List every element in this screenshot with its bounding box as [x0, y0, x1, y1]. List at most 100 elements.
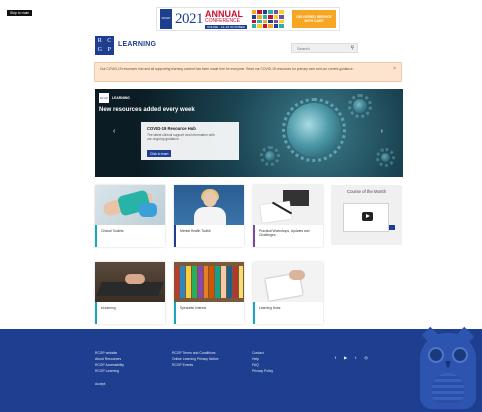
tile-elearning[interactable]: eLearning: [95, 262, 165, 324]
course-of-month-title: Course of the Month: [347, 189, 386, 194]
footer-link[interactable]: Privacy Policy: [252, 369, 273, 373]
play-icon[interactable]: [362, 212, 373, 221]
banner-mosaic: [251, 10, 284, 28]
book-spine: [180, 266, 186, 298]
rcgp-logo[interactable]: R C G P: [95, 36, 114, 55]
site-footer: RCGP website About Resources RCGP Access…: [0, 326, 482, 412]
close-icon[interactable]: ×: [393, 67, 396, 72]
banner-rcgp-logo: RCGP: [160, 9, 172, 29]
mosaic-tile: [268, 19, 273, 24]
logo-letter-r: R: [97, 37, 102, 44]
book-spine: [226, 266, 232, 298]
tile-image: [95, 262, 165, 302]
alert-message: Our COVID-19 resources hub and all suppo…: [100, 67, 354, 71]
virus-particle: [260, 146, 280, 166]
book-spine: [221, 266, 226, 298]
mosaic-tile: [262, 19, 268, 24]
mosaic-tile: [273, 24, 279, 28]
conference-banner[interactable]: RCGP 2021 ANNUAL CONFERENCE ONLINE · 14–…: [156, 7, 340, 31]
tile-clinical-toolkits[interactable]: Clinical Toolkits: [95, 185, 165, 247]
course-of-the-month[interactable]: Course of the Month: [331, 185, 402, 245]
mosaic-tile: [268, 14, 273, 19]
youtube-icon[interactable]: ▶: [344, 355, 347, 360]
mosaic-tile: [279, 14, 284, 19]
mosaic-tile: [251, 24, 257, 28]
footer-column-2: RCGP Terms and Conditions Online Learnin…: [172, 351, 219, 367]
mosaic-tile: [262, 10, 268, 14]
mosaic-tile: [273, 10, 279, 14]
book-spine: [238, 266, 244, 298]
banner-cta[interactable]: DELIVERED SERVICE WITH CARE: [292, 10, 336, 28]
book-spine: [197, 266, 203, 298]
carousel-next-icon[interactable]: ›: [381, 128, 383, 135]
hero-headline: New resources added every week: [99, 107, 195, 113]
mosaic-tile: [251, 10, 257, 14]
logo-letter-c: C: [107, 37, 112, 44]
logo-letter-g: G: [97, 47, 102, 54]
search-icon[interactable]: ⚲: [350, 45, 354, 51]
book-spine: [191, 266, 197, 298]
hero-card-title: COVID-19 Resource Hub: [147, 126, 196, 131]
skip-link[interactable]: Skip to main: [7, 10, 33, 16]
mosaic-tile: [273, 19, 279, 24]
mosaic-tile: [257, 24, 262, 28]
book-spine: [203, 266, 209, 298]
carousel-prev-icon[interactable]: ‹: [113, 128, 115, 135]
footer-column-3: Contact Help FAQ Privacy Policy: [252, 351, 273, 373]
mosaic-tile: [268, 24, 273, 28]
footer-link[interactable]: RCGP Accessibility: [95, 363, 124, 367]
facebook-icon[interactable]: f: [335, 355, 336, 360]
footer-link[interactable]: About Resources: [95, 357, 124, 361]
virus-particle: [348, 94, 372, 118]
footer-link[interactable]: RCGP Learning: [95, 369, 124, 373]
banner-conference: CONFERENCE: [205, 17, 241, 24]
tile-mental-health[interactable]: Mental Health Toolkit: [174, 185, 244, 247]
tile-caption: Learning Hubs: [253, 302, 323, 324]
instagram-icon[interactable]: ◎: [364, 355, 368, 360]
tile-caption: Specialist Interest: [174, 302, 244, 324]
mosaic-tile: [279, 10, 284, 14]
banner-year: 2021: [175, 10, 204, 27]
banner-words: ANNUAL CONFERENCE ONLINE · 14–16 OCTOBER: [205, 9, 247, 29]
hero-carousel: RCGP LEARNING New resources added every …: [95, 89, 403, 177]
tile-workshops[interactable]: Practical Workshops, Updates and Challen…: [253, 185, 323, 247]
social-links: f ▶ t ◎: [335, 355, 368, 360]
footer-column-1: RCGP website About Resources RCGP Access…: [95, 351, 124, 386]
footer-link[interactable]: FAQ: [252, 363, 273, 367]
logo-letter-p: P: [107, 47, 111, 54]
tile-specialist-interest[interactable]: Specialist Interest: [174, 262, 244, 324]
tile-learning-hubs[interactable]: Learning Hubs: [253, 262, 323, 324]
footer-link[interactable]: RCGP Terms and Conditions: [172, 351, 219, 355]
hero-brand: LEARNING: [112, 96, 130, 100]
footer-link[interactable]: Contact: [252, 351, 273, 355]
tile-caption: Practical Workshops, Updates and Challen…: [253, 225, 323, 247]
tile-caption: Clinical Toolkits: [95, 225, 165, 247]
footer-link[interactable]: Accept: [95, 382, 124, 386]
footer-link[interactable]: RCGP Events: [172, 363, 219, 367]
owl-mascot: [420, 326, 476, 409]
tile-image: [253, 262, 323, 302]
footer-link[interactable]: Online Learning Privacy Notice: [172, 357, 219, 361]
hero-card-button[interactable]: Click to learn: [147, 150, 172, 158]
virus-illustration: [282, 98, 346, 162]
footer-link[interactable]: Help: [252, 357, 273, 361]
search-input[interactable]: [292, 45, 347, 51]
twitter-icon[interactable]: t: [355, 355, 356, 360]
book-spine: [209, 266, 215, 298]
mosaic-tile: [268, 10, 273, 14]
tile-image: [174, 185, 244, 225]
mosaic-tile: [262, 14, 268, 19]
tile-caption: Mental Health Toolkit: [174, 225, 244, 247]
site-title[interactable]: LEARNING: [118, 41, 156, 48]
mosaic-tile: [251, 19, 257, 24]
footer-link[interactable]: RCGP website: [95, 351, 124, 355]
mosaic-tile: [257, 10, 262, 14]
video-thumbnail[interactable]: [343, 203, 389, 232]
book-spine: [215, 266, 221, 298]
tile-image: [95, 185, 165, 225]
book-spine: [174, 266, 180, 298]
hero-card-description: The latest clinical support and informat…: [147, 133, 215, 142]
hero-card: COVID-19 Resource Hub The latest clinica…: [141, 122, 239, 160]
covid-alert: Our COVID-19 resources hub and all suppo…: [94, 62, 402, 82]
virus-particle: [376, 148, 395, 167]
